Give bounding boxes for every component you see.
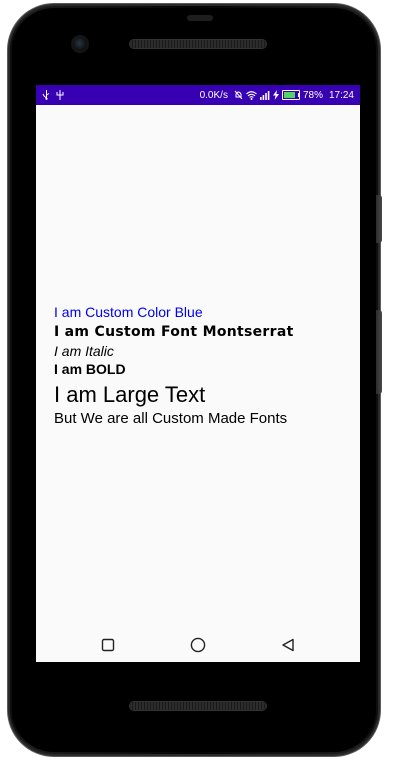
clock-time: 17:24	[328, 89, 354, 101]
home-circle-icon[interactable]	[187, 634, 209, 656]
usb-debug-icon	[56, 90, 64, 100]
power-button	[376, 310, 382, 394]
status-bar: 0.0K/s 78% 17:24	[36, 85, 360, 105]
large-text: I am Large Text	[54, 382, 206, 407]
usb-icon	[42, 90, 51, 100]
front-camera-icon	[73, 37, 87, 51]
italic-text: I am Italic	[54, 343, 114, 359]
top-speaker-grille	[130, 40, 266, 48]
bottom-speaker-grille	[130, 702, 266, 710]
custom-font-text: I am Custom Font Montserrat	[54, 324, 294, 340]
screen: 0.0K/s 78% 17:24 I am Custom Color Blue …	[36, 85, 360, 662]
earpiece-notch	[187, 15, 213, 21]
recents-square-icon[interactable]	[97, 634, 119, 656]
custom-fonts-caption: But We are all Custom Made Fonts	[54, 410, 288, 427]
mute-bell-icon	[234, 90, 243, 100]
back-triangle-icon[interactable]	[277, 634, 299, 656]
volume-button	[376, 195, 382, 243]
battery-icon	[281, 90, 300, 100]
wifi-icon	[246, 90, 257, 100]
custom-text-content: I am Custom Color Blue I am Custom Font …	[54, 303, 350, 429]
bold-text: I am BOLD	[54, 361, 126, 377]
cellular-signal-icon	[259, 90, 270, 100]
custom-color-text: I am Custom Color Blue	[54, 304, 203, 320]
device-frame-stage: 0.0K/s 78% 17:24 I am Custom Color Blue …	[0, 0, 400, 762]
network-speed: 0.0K/s	[199, 89, 228, 101]
battery-percent: 78%	[302, 89, 323, 101]
navigation-bar	[36, 626, 360, 662]
charging-bolt-icon	[272, 90, 279, 100]
